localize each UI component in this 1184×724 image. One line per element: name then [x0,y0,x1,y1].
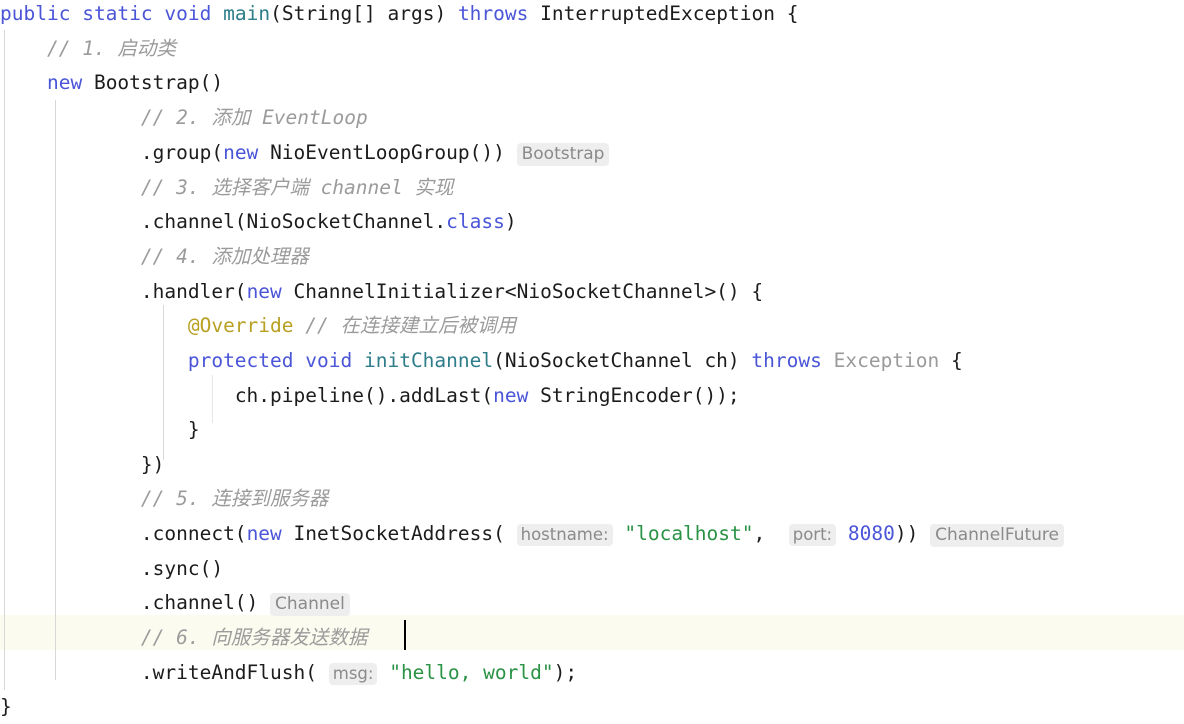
code-line-18[interactable]: .channel() Channel [0,585,1184,620]
keyword-throws: throws [457,2,529,25]
keyword-new: new [246,522,282,545]
code-line-8[interactable]: // 4. 添加处理器 [0,239,1184,274]
string-localhost: "localhost" [624,522,754,545]
call-connect-open: .connect( [140,522,247,545]
keyword-public: public [0,2,71,25]
type-exception: Exception [833,349,940,372]
inlay-hint-channel[interactable]: Channel [270,593,350,616]
init-channel-params: (NioSocketChannel ch) [493,349,752,372]
keyword-throws: throws [751,349,822,372]
code-line-11[interactable]: protected void initChannel(NioSocketChan… [0,343,1184,378]
call-handler-rest: ChannelInitializer<NioSocketChannel>() { [293,280,764,303]
expr-bootstrap-ctor: Bootstrap() [93,71,224,94]
keyword-new: new [223,141,259,164]
code-line-16[interactable]: .connect(new InetSocketAddress( hostname… [0,516,1184,551]
call-write-and-flush-open: .writeAndFlush( [140,661,317,684]
code-line-10[interactable]: @Override // 在连接建立后被调用 [0,308,1184,343]
text-caret [404,620,406,650]
method-name-main: main [223,2,271,25]
comment-step-3: // 3. 选择客户端 channel 实现 [140,176,454,199]
call-addlast-suffix: StringEncoder()); [540,384,740,407]
keyword-class: class [446,210,505,233]
string-hello-world: "hello, world" [389,661,554,684]
call-group-open: .group( [140,141,224,164]
code-line-4[interactable]: // 2. 添加 EventLoop [0,100,1184,135]
keyword-new: new [246,280,282,303]
code-line-21[interactable]: } [0,689,1184,724]
ctor-inet-socket-address: InetSocketAddress( [293,522,505,545]
inlay-hint-channel-future[interactable]: ChannelFuture [930,524,1065,547]
code-line-1[interactable]: public static void main(String[] args) t… [0,0,1184,31]
code-line-13[interactable]: } [0,412,1184,447]
code-line-5[interactable]: .group(new NioEventLoopGroup()) Bootstra… [0,135,1184,170]
keyword-new: new [46,71,83,94]
keyword-void: void [305,349,353,372]
code-line-20[interactable]: .writeAndFlush( msg: "hello, world"); [0,655,1184,690]
code-editor[interactable]: public static void main(String[] args) t… [0,0,1184,718]
method-params: (String[] args) [270,2,458,25]
close-parens: )) [894,522,931,545]
keyword-static: static [82,2,153,25]
comment-step-5: // 5. 连接到服务器 [140,487,329,510]
comma: , [753,522,777,545]
call-addlast-prefix: ch.pipeline().addLast( [234,384,494,407]
code-line-7[interactable]: .channel(NioSocketChannel.class) [0,204,1184,239]
comment-step-2: // 2. 添加 EventLoop [140,106,368,129]
comment-override: // 在连接建立后被调用 [305,314,516,337]
inlay-hint-param-port[interactable]: port: [788,524,837,546]
call-sync: .sync() [140,557,224,580]
code-line-19[interactable]: // 6. 向服务器发送数据 [0,620,1184,655]
close-brace-inner: } [187,418,200,441]
type-interrupted-exception: InterruptedException [540,2,775,25]
call-handler-open: .handler( [140,280,247,303]
inlay-hint-param-hostname[interactable]: hostname: [516,524,613,546]
code-line-6[interactable]: // 3. 选择客户端 channel 实现 [0,170,1184,205]
inlay-hint-param-msg[interactable]: msg: [328,663,378,685]
keyword-new: new [493,384,529,407]
code-line-9[interactable]: .handler(new ChannelInitializer<NioSocke… [0,274,1184,309]
keyword-void: void [164,2,212,25]
comment-step-1: // 1. 启动类 [46,37,176,60]
call-group-rest: NioEventLoopGroup()) [270,141,517,164]
open-brace: { [951,349,963,372]
code-line-3[interactable]: new Bootstrap() [0,65,1184,100]
inlay-hint-bootstrap[interactable]: Bootstrap [516,143,610,166]
close-paren: ) [504,210,517,233]
code-line-17[interactable]: .sync() [0,551,1184,586]
code-line-2[interactable]: // 1. 启动类 [0,31,1184,66]
code-line-14[interactable]: }) [0,447,1184,482]
close-brace-method: } [0,695,12,718]
close-paren-semicolon: ); [553,661,578,684]
comment-step-6: // 6. 向服务器发送数据 [140,626,368,649]
annotation-override: @Override [187,314,294,337]
number-port: 8080 [847,522,895,545]
code-line-12[interactable]: ch.pipeline().addLast(new StringEncoder(… [0,378,1184,413]
close-anon-class: }) [140,453,165,476]
call-channel: .channel(NioSocketChannel. [140,210,447,233]
code-line-15[interactable]: // 5. 连接到服务器 [0,481,1184,516]
open-brace: { [786,2,799,25]
method-name-init-channel: initChannel [363,349,494,372]
call-channel-noargs: .channel() [140,591,271,614]
comment-step-4: // 4. 添加处理器 [140,245,309,268]
keyword-protected: protected [187,349,294,372]
